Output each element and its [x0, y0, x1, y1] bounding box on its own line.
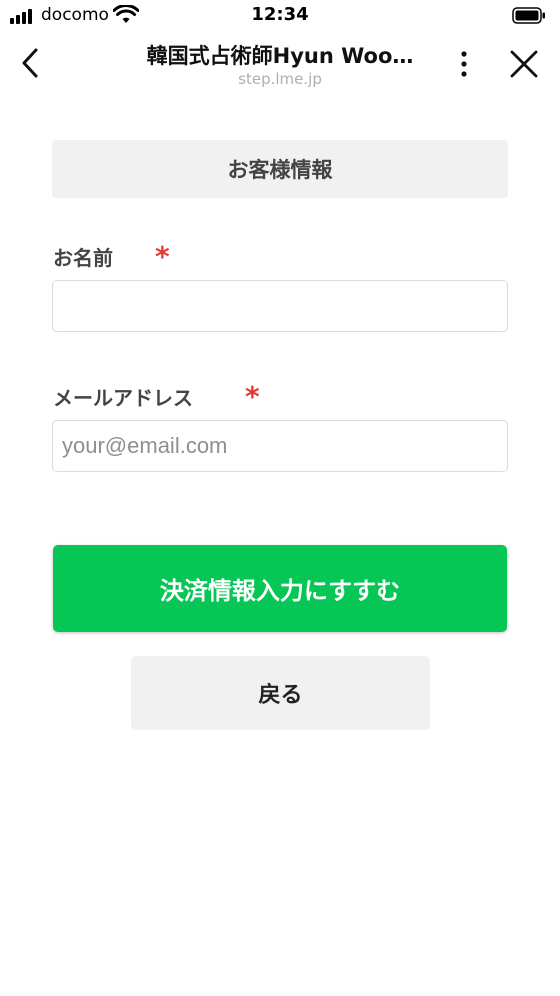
screen: docomo 12:34 韓国式占術師Hyun Woo… step.lme.jp… [0, 0, 560, 996]
section-header-customer-info: お客様情報 [52, 140, 508, 198]
proceed-to-payment-button[interactable]: 決済情報入力にすすむ [53, 545, 507, 632]
page-url: step.lme.jp [238, 70, 322, 88]
name-required-mark: * [155, 240, 170, 273]
name-input[interactable] [52, 280, 508, 332]
close-icon[interactable] [506, 48, 542, 80]
status-bar: docomo 12:34 [0, 0, 560, 32]
email-input[interactable] [52, 420, 508, 472]
email-required-mark: * [245, 380, 260, 413]
back-button[interactable]: 戻る [131, 656, 430, 730]
email-label: メールアドレス [53, 386, 193, 410]
name-label: お名前 [53, 246, 113, 270]
more-options-icon[interactable] [452, 48, 476, 80]
page-title: 韓国式占術師Hyun Woo… [146, 44, 414, 68]
back-chevron-icon[interactable] [14, 46, 48, 80]
battery-icon [512, 7, 545, 24]
nav-bar: 韓国式占術師Hyun Woo… step.lme.jp [0, 32, 560, 102]
status-time: 12:34 [251, 4, 309, 25]
